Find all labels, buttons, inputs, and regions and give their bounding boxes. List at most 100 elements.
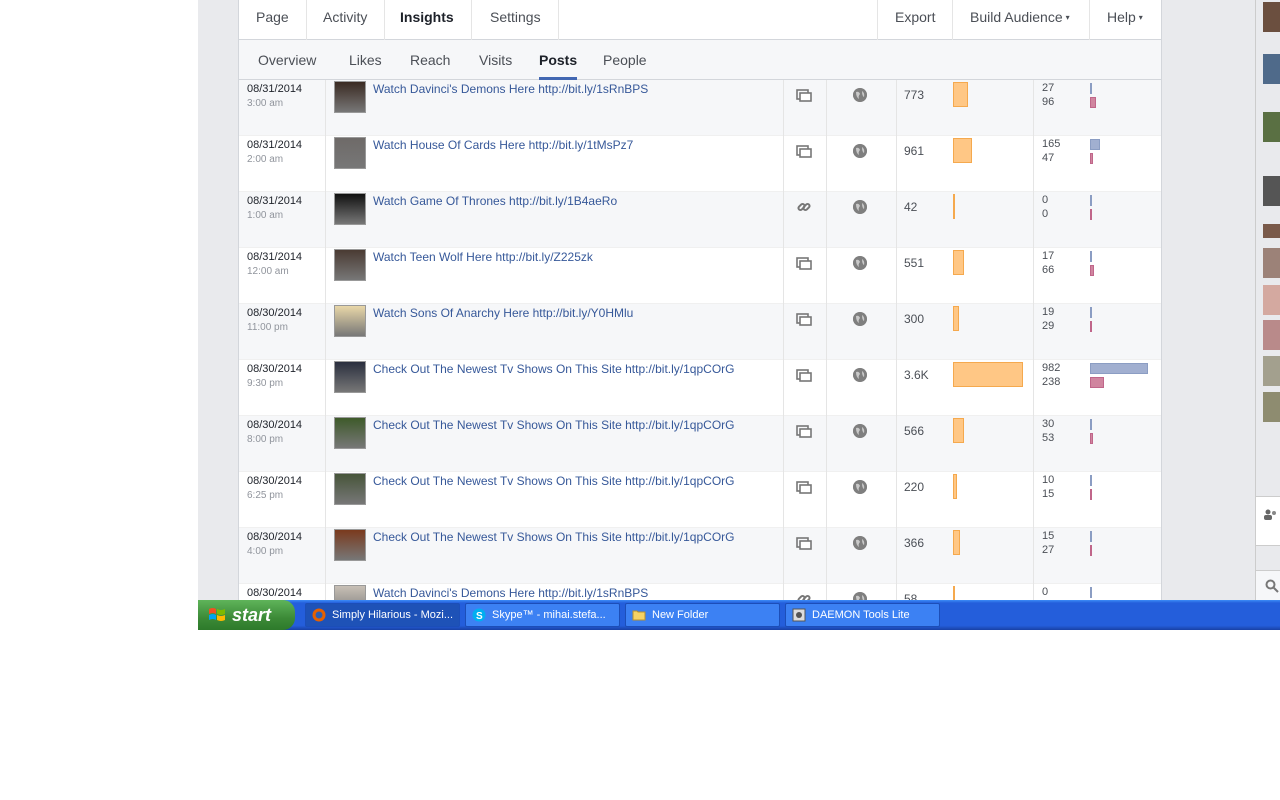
table-row[interactable]: 08/31/2014 3:00 am Watch Davinci's Demons … <box>239 80 1161 136</box>
column-divider <box>325 584 326 600</box>
post-thumbnail[interactable] <box>334 81 366 113</box>
column-divider <box>826 416 827 472</box>
nav-activity[interactable]: Activity <box>306 0 386 40</box>
avatar[interactable] <box>1263 54 1280 84</box>
post-reach: 220 <box>904 480 925 494</box>
column-divider <box>325 136 326 192</box>
post-message-link[interactable]: Watch House Of Cards Here http://bit.ly/… <box>373 138 633 152</box>
table-row[interactable]: 08/30/2014 4:00 pm Check Out The Newest Tv… <box>239 528 1161 584</box>
avatar[interactable] <box>1263 248 1280 278</box>
avatar[interactable] <box>1263 176 1280 206</box>
start-button[interactable]: start <box>198 600 295 630</box>
column-divider <box>1033 304 1034 360</box>
post-engagement-likes: 0 <box>1042 208 1049 220</box>
avatar[interactable] <box>1263 392 1280 422</box>
tab-likes[interactable]: Likes <box>349 40 382 80</box>
post-message-link[interactable]: Watch Davinci's Demons Here http://bit.l… <box>373 82 648 96</box>
column-divider <box>826 360 827 416</box>
insights-sub-nav: Overview Likes Reach Visits Posts People <box>239 40 1161 80</box>
engagement-bar-clicks <box>1090 531 1092 542</box>
export-button[interactable]: Export <box>877 0 952 40</box>
column-divider <box>826 192 827 248</box>
table-row[interactable]: 08/30/2014 11:00 pm Watch Sons Of Anarchy … <box>239 304 1161 360</box>
column-divider <box>896 136 897 192</box>
globe-icon <box>853 480 867 494</box>
tab-posts[interactable]: Posts <box>539 40 578 80</box>
engagement-bar-likes <box>1090 489 1092 500</box>
taskbar-button[interactable]: S Skype™ - mihai.stefa... <box>465 603 620 627</box>
post-message-link[interactable]: Watch Davinci's Demons Here http://bit.l… <box>373 586 648 600</box>
table-row[interactable]: 08/31/2014 12:00 am Watch Teen Wolf Here h… <box>239 248 1161 304</box>
post-engagement-clicks: 15 <box>1042 530 1055 542</box>
avatar[interactable] <box>1263 320 1280 350</box>
post-engagement-likes: 96 <box>1042 96 1055 108</box>
post-thumbnail[interactable] <box>334 193 366 225</box>
nav-insights[interactable]: Insights <box>383 0 472 40</box>
skype-icon: S <box>472 608 486 622</box>
column-divider <box>826 80 827 136</box>
column-divider <box>826 584 827 600</box>
tab-people[interactable]: People <box>603 40 647 80</box>
engagement-bar-likes <box>1090 321 1092 332</box>
post-message-link[interactable]: Watch Sons Of Anarchy Here http://bit.ly… <box>373 306 633 320</box>
table-row[interactable]: 08/30/2014 6:25 pm Check Out The Newest Tv… <box>239 472 1161 528</box>
post-thumbnail[interactable] <box>334 249 366 281</box>
engagement-bar-likes <box>1090 265 1094 276</box>
post-message-link[interactable]: Watch Teen Wolf Here http://bit.ly/Z225z… <box>373 250 593 264</box>
post-message-link[interactable]: Check Out The Newest Tv Shows On This Si… <box>373 362 734 376</box>
engagement-bar-likes <box>1090 97 1096 108</box>
table-row[interactable]: 08/30/2014 9:30 pm Check Out The Newest Tv… <box>239 360 1161 416</box>
engagement-bar-clicks <box>1090 363 1148 374</box>
post-thumbnail[interactable] <box>334 417 366 449</box>
table-row[interactable]: 08/31/2014 1:00 am Watch Game Of Thrones h… <box>239 192 1161 248</box>
globe-icon <box>853 144 867 158</box>
avatar[interactable] <box>1263 356 1280 386</box>
post-engagement-clicks: 10 <box>1042 474 1055 486</box>
post-thumbnail[interactable] <box>334 585 366 600</box>
build-audience-button[interactable]: Build Audience ▾ <box>952 0 1087 40</box>
tab-overview[interactable]: Overview <box>258 40 316 80</box>
table-row[interactable]: 08/31/2014 2:00 am Watch House Of Cards He… <box>239 136 1161 192</box>
engagement-bar-likes <box>1090 377 1104 388</box>
post-thumbnail[interactable] <box>334 473 366 505</box>
post-message-link[interactable]: Watch Game Of Thrones http://bit.ly/1B4a… <box>373 194 617 208</box>
nav-page[interactable]: Page <box>239 0 307 40</box>
post-engagement-clicks: 30 <box>1042 418 1055 430</box>
taskbar-button[interactable]: DAEMON Tools Lite <box>785 603 940 627</box>
column-divider <box>783 584 784 600</box>
chat-search[interactable] <box>1256 570 1280 600</box>
avatar[interactable] <box>1263 112 1280 142</box>
column-divider <box>1033 360 1034 416</box>
help-button[interactable]: Help ▾ <box>1089 0 1160 40</box>
column-divider <box>1033 248 1034 304</box>
post-thumbnail[interactable] <box>334 529 366 561</box>
svg-text:S: S <box>476 611 483 622</box>
nav-settings[interactable]: Settings <box>473 0 559 40</box>
table-row[interactable]: 08/30/2014 8:00 pm Check Out The Newest Tv… <box>239 416 1161 472</box>
photo-icon <box>796 311 812 327</box>
avatar[interactable] <box>1263 224 1280 238</box>
post-time: 11:00 pm <box>247 322 288 333</box>
tab-reach[interactable]: Reach <box>410 40 450 80</box>
column-divider <box>325 528 326 584</box>
post-thumbnail[interactable] <box>334 305 366 337</box>
post-thumbnail[interactable] <box>334 137 366 169</box>
post-date: 08/30/2014 <box>247 307 303 319</box>
friends-button[interactable] <box>1256 496 1280 546</box>
post-message-link[interactable]: Check Out The Newest Tv Shows On This Si… <box>373 418 734 432</box>
column-divider <box>325 360 326 416</box>
post-message-link[interactable]: Check Out The Newest Tv Shows On This Si… <box>373 530 734 544</box>
taskbar-button-label: New Folder <box>652 609 709 621</box>
avatar[interactable] <box>1263 285 1280 315</box>
taskbar-button[interactable]: New Folder <box>625 603 780 627</box>
post-message-link[interactable]: Check Out The Newest Tv Shows On This Si… <box>373 474 734 488</box>
reach-bar <box>953 418 964 443</box>
avatar[interactable] <box>1263 2 1280 32</box>
post-time: 3:00 am <box>247 98 284 109</box>
taskbar-button[interactable]: Simply Hilarious - Mozi... <box>305 603 460 627</box>
post-date: 08/30/2014 <box>247 587 303 599</box>
post-engagement-likes: 66 <box>1042 264 1055 276</box>
tab-visits[interactable]: Visits <box>479 40 512 80</box>
table-row[interactable]: 08/30/2014 Watch Davinci's Demons Here ht… <box>239 584 1161 600</box>
post-thumbnail[interactable] <box>334 361 366 393</box>
